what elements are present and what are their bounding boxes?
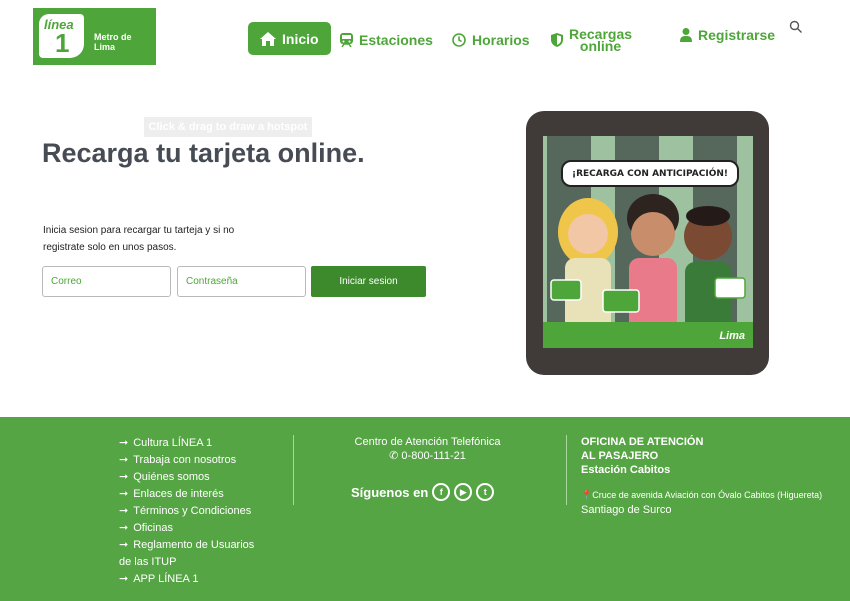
nav-online-label: online bbox=[579, 38, 622, 54]
recharge-promo-image: ¡RECARGA CON ANTICIPACIÓN! Lima bbox=[526, 111, 769, 375]
promo-brand-text: Lima bbox=[719, 330, 745, 342]
promo-footer-strip: Lima bbox=[543, 322, 753, 348]
login-description: Inicia sesion para recargar tu tarteja y… bbox=[43, 225, 235, 253]
arrow-right-icon: ➞ bbox=[119, 437, 129, 449]
arrow-right-icon: ➞ bbox=[119, 488, 129, 500]
nav-recargas-online[interactable]: Recargas online bbox=[551, 27, 632, 54]
arrow-right-icon: ➞ bbox=[119, 505, 129, 517]
footer-link-quienes[interactable]: ➞ Quiénes somos bbox=[119, 469, 269, 486]
promo-characters bbox=[550, 194, 746, 332]
twitter-icon[interactable]: t bbox=[476, 483, 495, 501]
footer-link-reglamento[interactable]: ➞ Reglamento de Usuarios de las ITUP bbox=[119, 537, 269, 571]
logo-metro-text: Metro de Lima bbox=[94, 32, 132, 52]
footer-office: OFICINA DE ATENCIÓN AL PASAJERO Estación… bbox=[581, 435, 703, 477]
arrow-right-icon: ➞ bbox=[119, 522, 129, 534]
clock-icon bbox=[452, 33, 466, 47]
footer-link-terminos[interactable]: ➞ Términos y Condiciones bbox=[119, 503, 269, 520]
office-address: Cruce de avenida Aviación con Óvalo Cabi… bbox=[592, 490, 823, 500]
footer-address: 📍Cruce de avenida Aviación con Óvalo Cab… bbox=[581, 488, 822, 518]
phone-icon: ✆ bbox=[389, 450, 399, 462]
home-icon bbox=[260, 31, 276, 46]
nav-inicio-label: Inicio bbox=[282, 30, 319, 47]
promo-scene: ¡RECARGA CON ANTICIPACIÓN! Lima bbox=[543, 136, 753, 348]
arrow-right-icon: ➞ bbox=[119, 471, 129, 483]
footer-link-enlaces[interactable]: ➞ Enlaces de interés bbox=[119, 486, 269, 503]
logo-number: 1 bbox=[55, 28, 70, 58]
arrow-right-icon: ➞ bbox=[119, 539, 129, 551]
facebook-icon[interactable]: f bbox=[432, 483, 451, 501]
arrow-right-icon: ➞ bbox=[119, 454, 129, 466]
youtube-icon[interactable]: ▶ bbox=[454, 483, 473, 501]
search-icon[interactable] bbox=[789, 20, 803, 34]
footer-call-center: Centro de Atención Telefónica ✆ 0-800-11… bbox=[335, 435, 520, 463]
promo-banner: ¡RECARGA CON ANTICIPACIÓN! bbox=[561, 160, 739, 187]
office-station: Estación Cabitos bbox=[581, 464, 671, 476]
footer-divider-left bbox=[293, 435, 294, 505]
footer-link-oficinas[interactable]: ➞ Oficinas bbox=[119, 520, 269, 537]
email-field[interactable] bbox=[42, 266, 171, 297]
footer-link-app[interactable]: ➞ APP LÍNEA 1 bbox=[119, 571, 269, 588]
office-title-line1: OFICINA DE ATENCIÓN bbox=[581, 436, 704, 448]
footer-divider-right bbox=[566, 435, 567, 505]
nav-horarios-label: Horarios bbox=[472, 32, 530, 48]
nav-registrarse-label: Registrarse bbox=[698, 27, 776, 43]
nav-horarios[interactable]: Horarios bbox=[452, 32, 530, 48]
footer-link-trabaja[interactable]: ➞ Trabaja con nosotros bbox=[119, 452, 269, 469]
nav-estaciones[interactable]: Estaciones bbox=[340, 32, 433, 48]
login-button[interactable]: Iniciar sesion bbox=[311, 266, 426, 297]
linea-1-badge: línea 1 bbox=[39, 14, 84, 58]
call-center-title: Centro de Atención Telefónica bbox=[354, 436, 501, 448]
nav-registrarse[interactable]: Registrarse bbox=[680, 27, 775, 43]
nav-estaciones-label: Estaciones bbox=[359, 32, 433, 48]
office-city: Santiago de Surco bbox=[581, 504, 672, 516]
call-center-phone[interactable]: 0-800-111-21 bbox=[401, 450, 465, 462]
nav-inicio[interactable]: Inicio bbox=[248, 22, 331, 55]
metro-lima-logo[interactable]: línea 1 Metro de Lima bbox=[33, 8, 156, 65]
user-icon bbox=[680, 28, 692, 42]
hotspot-tooltip: Click & drag to draw a hotspot bbox=[144, 117, 312, 137]
train-icon bbox=[340, 33, 353, 47]
shield-icon bbox=[551, 33, 563, 47]
site-footer: ➞ Cultura LÍNEA 1 ➞ Trabaja con nosotros ➞… bbox=[0, 417, 850, 601]
map-pin-icon: 📍 bbox=[581, 490, 593, 500]
password-field[interactable] bbox=[177, 266, 306, 297]
page-title: Recarga tu tarjeta online. bbox=[42, 138, 365, 168]
call-center-phone-row: ✆ 0-800-111-21 bbox=[335, 449, 520, 463]
follow-label: Síguenos en bbox=[351, 484, 429, 500]
office-title-line2: AL PASAJERO bbox=[581, 450, 659, 462]
footer-link-cultura[interactable]: ➞ Cultura LÍNEA 1 bbox=[119, 435, 269, 452]
social-follow: Síguenos en f ▶ t bbox=[351, 483, 495, 501]
arrow-right-icon: ➞ bbox=[119, 573, 129, 585]
footer-links: ➞ Cultura LÍNEA 1 ➞ Trabaja con nosotros ➞… bbox=[119, 435, 269, 588]
